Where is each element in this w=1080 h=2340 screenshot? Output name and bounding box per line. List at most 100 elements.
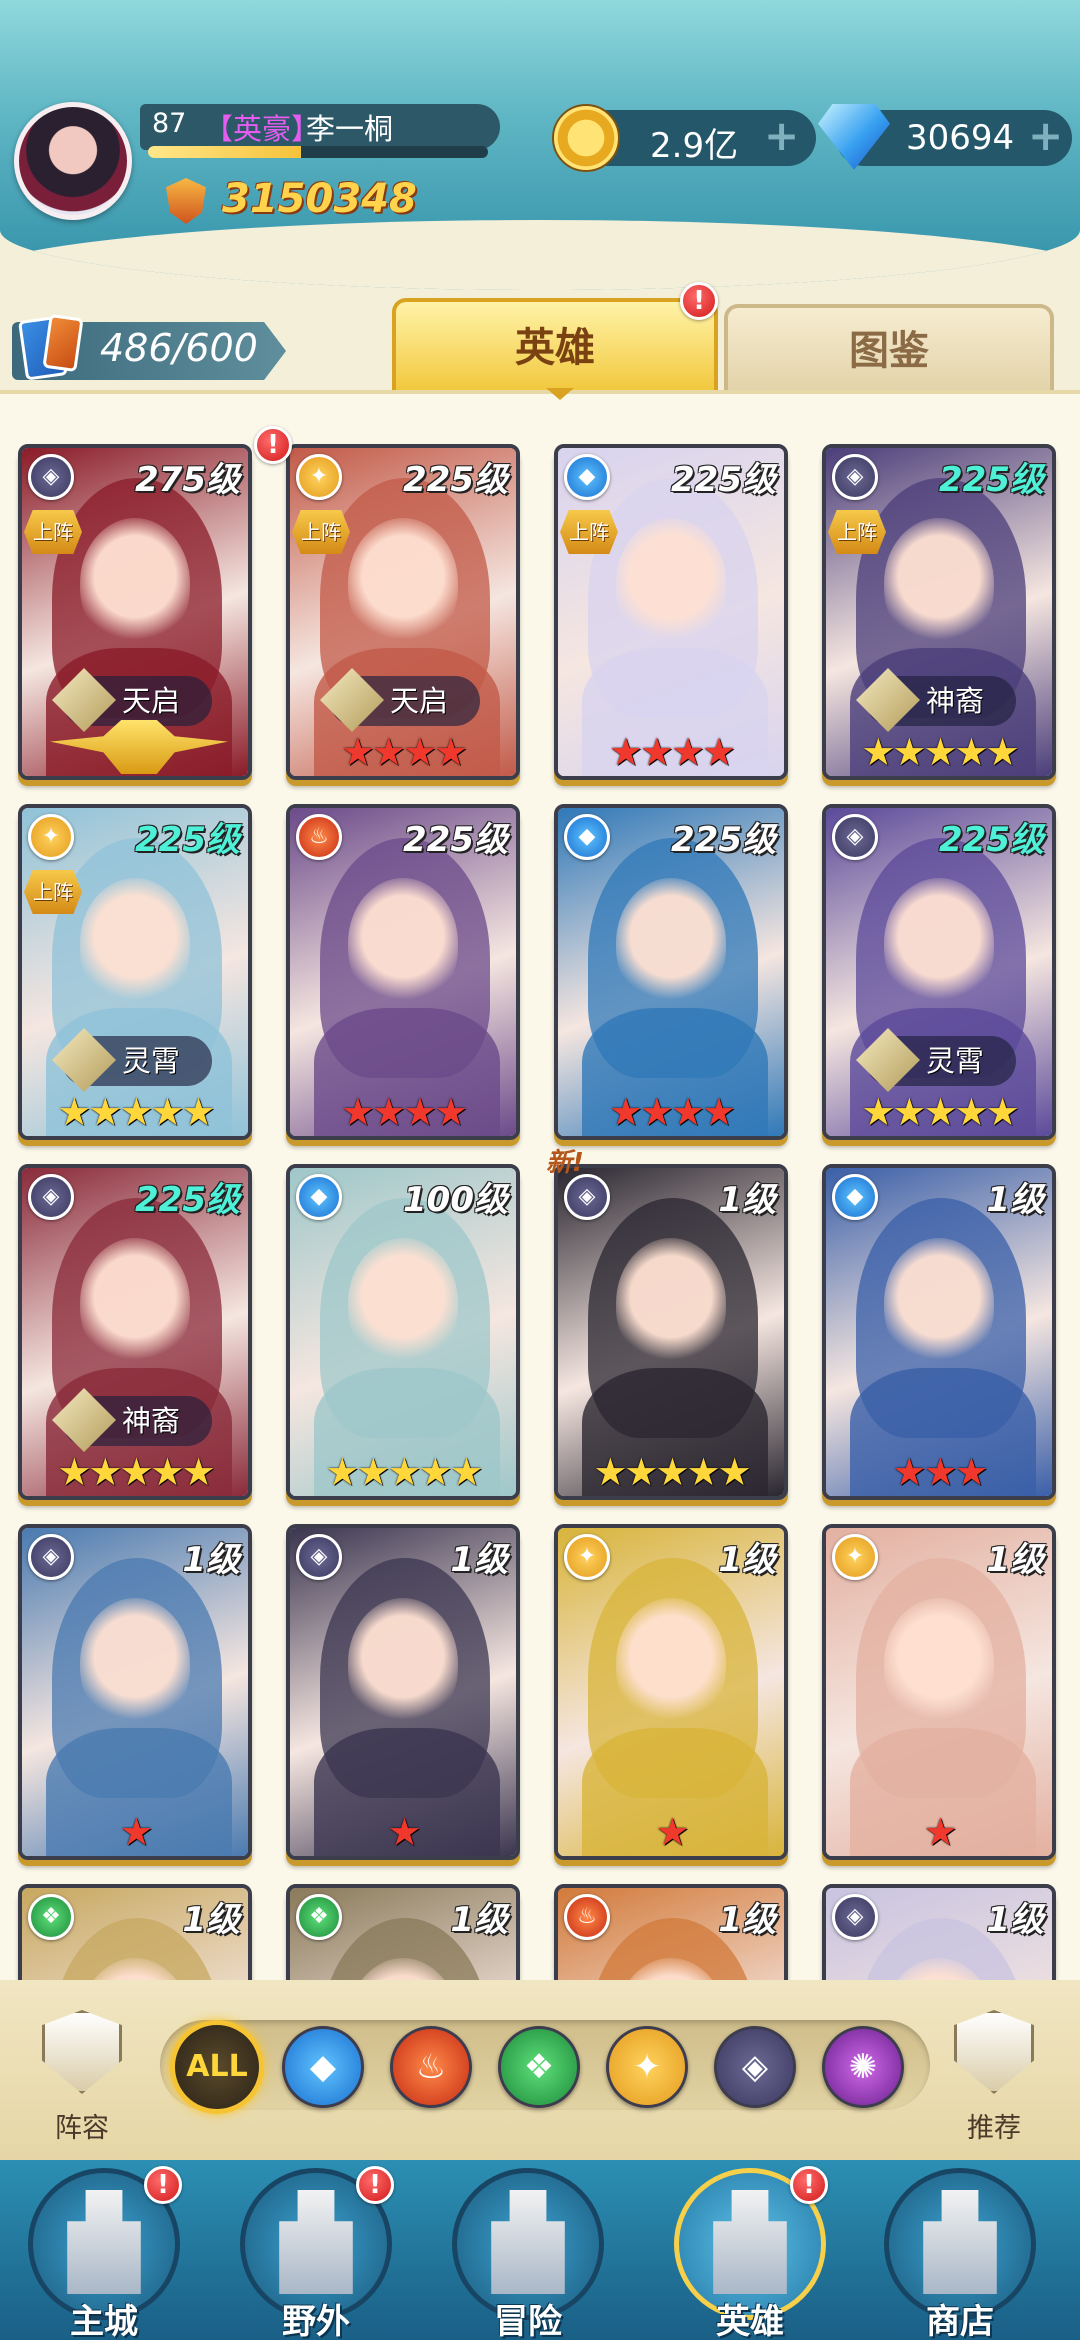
hero-face	[616, 1598, 726, 1728]
nav-sword[interactable]: 冒险	[448, 2168, 608, 2340]
deployed-badge: 上阵	[24, 510, 82, 554]
hero-level: 1级	[450, 1900, 508, 1940]
hero-card[interactable]: ◈ 275级 上阵 天启	[18, 444, 252, 780]
hero-level: 1级	[718, 1540, 776, 1580]
hero-level: 1级	[986, 1900, 1044, 1940]
tab-heroes-alert-badge: !	[680, 282, 718, 320]
nav-label: 英雄	[716, 2302, 784, 2340]
filter-fire-icon[interactable]: ♨	[390, 2026, 472, 2108]
hero-face	[348, 878, 458, 1008]
hero-face	[348, 518, 458, 648]
light-element-icon: ✦	[296, 454, 342, 500]
new-hero-tag: 新!	[546, 1148, 584, 1178]
dark-element-icon: ◈	[832, 814, 878, 860]
hero-level: 1级	[986, 1180, 1044, 1220]
nav-alert-badge: !	[790, 2166, 828, 2204]
hero-level: 225级	[403, 460, 508, 500]
hero-face	[80, 1238, 190, 1368]
hero-stars: ★★★★	[608, 1090, 736, 1134]
hero-card[interactable]: ◈ 1级 ★	[18, 1524, 252, 1860]
nature-element-icon: ❖	[296, 1894, 342, 1940]
hero-face	[884, 878, 994, 1008]
light-element-icon: ✦	[832, 1534, 878, 1580]
lineup-label: 阵容	[55, 2113, 109, 2144]
nav-label: 商店	[926, 2302, 994, 2340]
filter-water-icon[interactable]: ◆	[282, 2026, 364, 2108]
recommend-button[interactable]	[946, 2010, 1042, 2110]
hero-level: 225级	[939, 460, 1044, 500]
lineup-button[interactable]	[34, 2010, 130, 2110]
hero-face	[80, 878, 190, 1008]
water-element-icon: ◆	[296, 1174, 342, 1220]
water-element-icon: ◆	[564, 454, 610, 500]
hero-face	[884, 1238, 994, 1368]
hero-stars: ★★★★	[340, 1090, 468, 1134]
water-element-icon: ◆	[564, 814, 610, 860]
fire-element-icon: ♨	[296, 814, 342, 860]
hero-stars: ★★★★★	[325, 1450, 483, 1494]
recommend-label: 推荐	[967, 2113, 1021, 2144]
hero-card[interactable]: ♨ 225级 ★★★★	[286, 804, 520, 1140]
fire-element-icon: ♨	[564, 1894, 610, 1940]
filter-void-icon[interactable]: ✺	[822, 2026, 904, 2108]
hero-face	[616, 518, 726, 648]
hero-face	[884, 1598, 994, 1728]
hero-face	[616, 878, 726, 1008]
hero-card[interactable]: ◆ 1级 ★★★	[822, 1164, 1056, 1500]
nav-alert-badge: !	[144, 2166, 182, 2204]
hero-card[interactable]: ◆ 100级 ★★★★★	[286, 1164, 520, 1500]
hero-card[interactable]: ◈ 225级 上阵 神裔 ★★★★★	[822, 444, 1056, 780]
hero-card[interactable]: ✦ 1级 ★	[822, 1524, 1056, 1860]
hero-card[interactable]: ✦ 1级 ★	[554, 1524, 788, 1860]
filter-all-button[interactable]: ALL	[170, 2020, 264, 2114]
hero-level: 275级	[135, 460, 240, 500]
hero-card[interactable]: ❖ 1级	[286, 1884, 520, 1980]
thumbs-up-icon	[954, 2010, 1034, 2094]
hero-level: 225级	[403, 820, 508, 860]
filter-dark-icon[interactable]: ◈	[714, 2026, 796, 2108]
hero-face	[616, 1238, 726, 1368]
light-element-icon: ✦	[28, 814, 74, 860]
hero-card[interactable]: ◈ 1级 ★	[286, 1524, 520, 1860]
hero-face	[348, 1598, 458, 1728]
dark-element-icon: ◈	[28, 1174, 74, 1220]
deployed-badge: 上阵	[24, 870, 82, 914]
dark-element-icon: ◈	[832, 454, 878, 500]
hero-card[interactable]: ♨ 1级	[554, 1884, 788, 1980]
hero-stars: ★	[119, 1810, 153, 1854]
hero-stars: ★	[655, 1810, 689, 1854]
hero-stars: ★	[387, 1810, 421, 1854]
hero-level: 1级	[182, 1540, 240, 1580]
hero-card[interactable]: ✦ 225级 上阵 天启 ★★★★	[286, 444, 520, 780]
hero-card[interactable]: ✦ 225级 上阵 灵霄 ★★★★★	[18, 804, 252, 1140]
hero-card[interactable]: ◈ 225级 神裔 ★★★★★	[18, 1164, 252, 1500]
hero-card[interactable]: ❖ 1级	[18, 1884, 252, 1980]
hero-stars: ★★★★★	[57, 1090, 215, 1134]
nav-label: 冒险	[494, 2302, 562, 2340]
filter-nature-icon[interactable]: ❖	[498, 2026, 580, 2108]
hero-stars: ★★★★★	[861, 730, 1019, 774]
hero-stars: ★★★★	[340, 730, 468, 774]
hero-card[interactable]: ◆ 225级 上阵 ★★★★	[554, 444, 788, 780]
hero-stars: ★★★	[892, 1450, 988, 1494]
deployed-badge: 上阵	[292, 510, 350, 554]
hero-stars: ★	[923, 1810, 957, 1854]
hero-alert-badge: !	[254, 426, 292, 464]
hero-level: 225级	[671, 820, 776, 860]
hero-card[interactable]: ◈ 1级 ★★★★★	[554, 1164, 788, 1500]
hero-level: 1级	[182, 1900, 240, 1940]
hero-card[interactable]: ◆ 225级 ★★★★	[554, 804, 788, 1140]
hero-card[interactable]: ◈ 1级	[822, 1884, 1056, 1980]
light-element-icon: ✦	[564, 1534, 610, 1580]
nature-element-icon: ❖	[28, 1894, 74, 1940]
hero-level: 100级	[403, 1180, 508, 1220]
dark-element-icon: ◈	[832, 1894, 878, 1940]
hero-level: 1级	[718, 1180, 776, 1220]
filter-light-icon[interactable]: ✦	[606, 2026, 688, 2108]
hero-stars: ★★★★	[608, 730, 736, 774]
lineup-shield-icon	[42, 2010, 122, 2094]
hero-grid: ◈ 275级 上阵 天启! ✦ 225级 上阵 天启 ★★★★ ◆ 225级 上阵 ★★★★ ◈ 225级上…	[0, 0, 1080, 1980]
water-element-icon: ◆	[832, 1174, 878, 1220]
hero-card[interactable]: ◈ 225级 灵霄 ★★★★★	[822, 804, 1056, 1140]
nav-shop[interactable]: 商店	[880, 2168, 1040, 2340]
